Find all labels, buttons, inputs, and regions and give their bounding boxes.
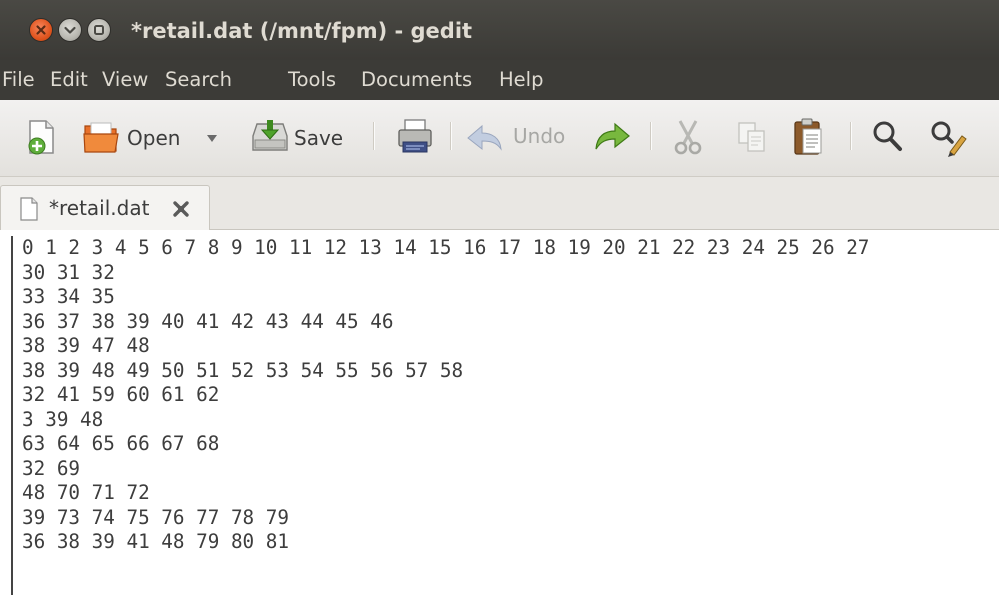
editor-line: 36 37 38 39 40 41 42 43 44 45 46	[22, 309, 394, 333]
window-minimize-button[interactable]	[58, 18, 82, 42]
editor-line: 0 1 2 3 4 5 6 7 8 9 10 11 12 13 14 15 16…	[22, 236, 870, 259]
editor-line: 38 39 47 48	[22, 334, 150, 357]
menu-file[interactable]: File	[2, 66, 35, 94]
editor-line: 30 31 32	[22, 260, 115, 284]
editor-lines: 0 1 2 3 4 5 6 7 8 9 10 11 12 13 14 15 16…	[22, 236, 869, 555]
redo-button[interactable]	[592, 120, 632, 156]
chevron-down-icon	[207, 135, 217, 142]
menu-edit[interactable]: Edit	[50, 66, 88, 94]
undo-icon	[467, 124, 502, 151]
toolbar-separator	[850, 122, 851, 150]
menu-documents[interactable]: Documents	[361, 66, 472, 94]
tab-label: *retail.dat	[49, 196, 150, 220]
save-icon	[252, 120, 288, 151]
printer-icon	[398, 119, 432, 153]
save-label: Save	[294, 126, 344, 150]
toolbar: Open Save Undo	[0, 100, 999, 177]
editor-line: 3 39 48	[22, 407, 104, 431]
new-document-button[interactable]	[22, 117, 62, 157]
copy-button[interactable]	[735, 119, 769, 155]
editor-line: 63 64 65 66 67 68	[22, 432, 220, 455]
save-button[interactable]: Save	[249, 115, 353, 159]
close-icon[interactable]	[171, 199, 191, 219]
open-label: Open	[127, 126, 181, 150]
menu-search[interactable]: Search	[165, 66, 232, 94]
window-title: *retail.dat (/mnt/fpm) - gedit	[131, 19, 473, 43]
minimize-icon	[64, 26, 76, 34]
toolbar-separator	[373, 122, 374, 150]
toolbar-separator	[450, 122, 451, 150]
text-cursor	[11, 236, 13, 595]
window-maximize-button[interactable]	[87, 18, 111, 42]
toolbar-separator	[650, 122, 651, 150]
search-icon	[873, 121, 902, 151]
open-button[interactable]: Open	[82, 115, 192, 159]
editor-line: 36 38 39 41 48 79 80 81	[22, 530, 289, 553]
text-editor[interactable]: 0 1 2 3 4 5 6 7 8 9 10 11 12 13 14 15 16…	[0, 230, 999, 595]
tab-document[interactable]: *retail.dat	[0, 185, 210, 230]
copy-icon	[738, 122, 765, 152]
tab-bar: *retail.dat	[0, 177, 999, 230]
editor-line: 48 70 71 72	[22, 481, 150, 504]
window-close-button[interactable]	[29, 18, 53, 42]
menu-view[interactable]: View	[102, 66, 148, 94]
editor-line: 38 39 48 49 50 51 52 53 54 55 56 57 58	[22, 358, 464, 382]
folder-open-icon	[83, 122, 119, 153]
editor-line: 32 41 59 60 61 62	[22, 383, 220, 406]
open-recent-dropdown[interactable]	[204, 130, 220, 146]
find-replace-icon	[931, 121, 967, 157]
undo-button[interactable]: Undo	[465, 118, 575, 158]
redo-icon	[595, 122, 630, 150]
find-replace-button[interactable]	[928, 118, 968, 158]
menu-help[interactable]: Help	[499, 66, 543, 94]
close-x-icon	[36, 25, 46, 35]
undo-label: Undo	[513, 124, 566, 148]
clipboard-icon	[794, 118, 822, 155]
document-icon	[20, 197, 38, 221]
print-button[interactable]	[395, 116, 435, 156]
editor-line: 39 73 74 75 76 77 78 79	[22, 505, 289, 529]
find-button[interactable]	[870, 118, 906, 156]
title-bar: *retail.dat (/mnt/fpm) - gedit	[0, 0, 999, 60]
maximize-icon	[94, 25, 104, 35]
menu-bar: File Edit View Search Tools Documents He…	[0, 60, 999, 100]
editor-line: 32 69	[22, 456, 81, 480]
editor-line: 33 34 35	[22, 285, 115, 308]
scissors-icon	[674, 120, 702, 155]
menu-tools[interactable]: Tools	[288, 66, 336, 94]
paste-button[interactable]	[790, 116, 826, 158]
new-document-icon	[28, 120, 54, 155]
cut-button[interactable]	[670, 117, 706, 157]
